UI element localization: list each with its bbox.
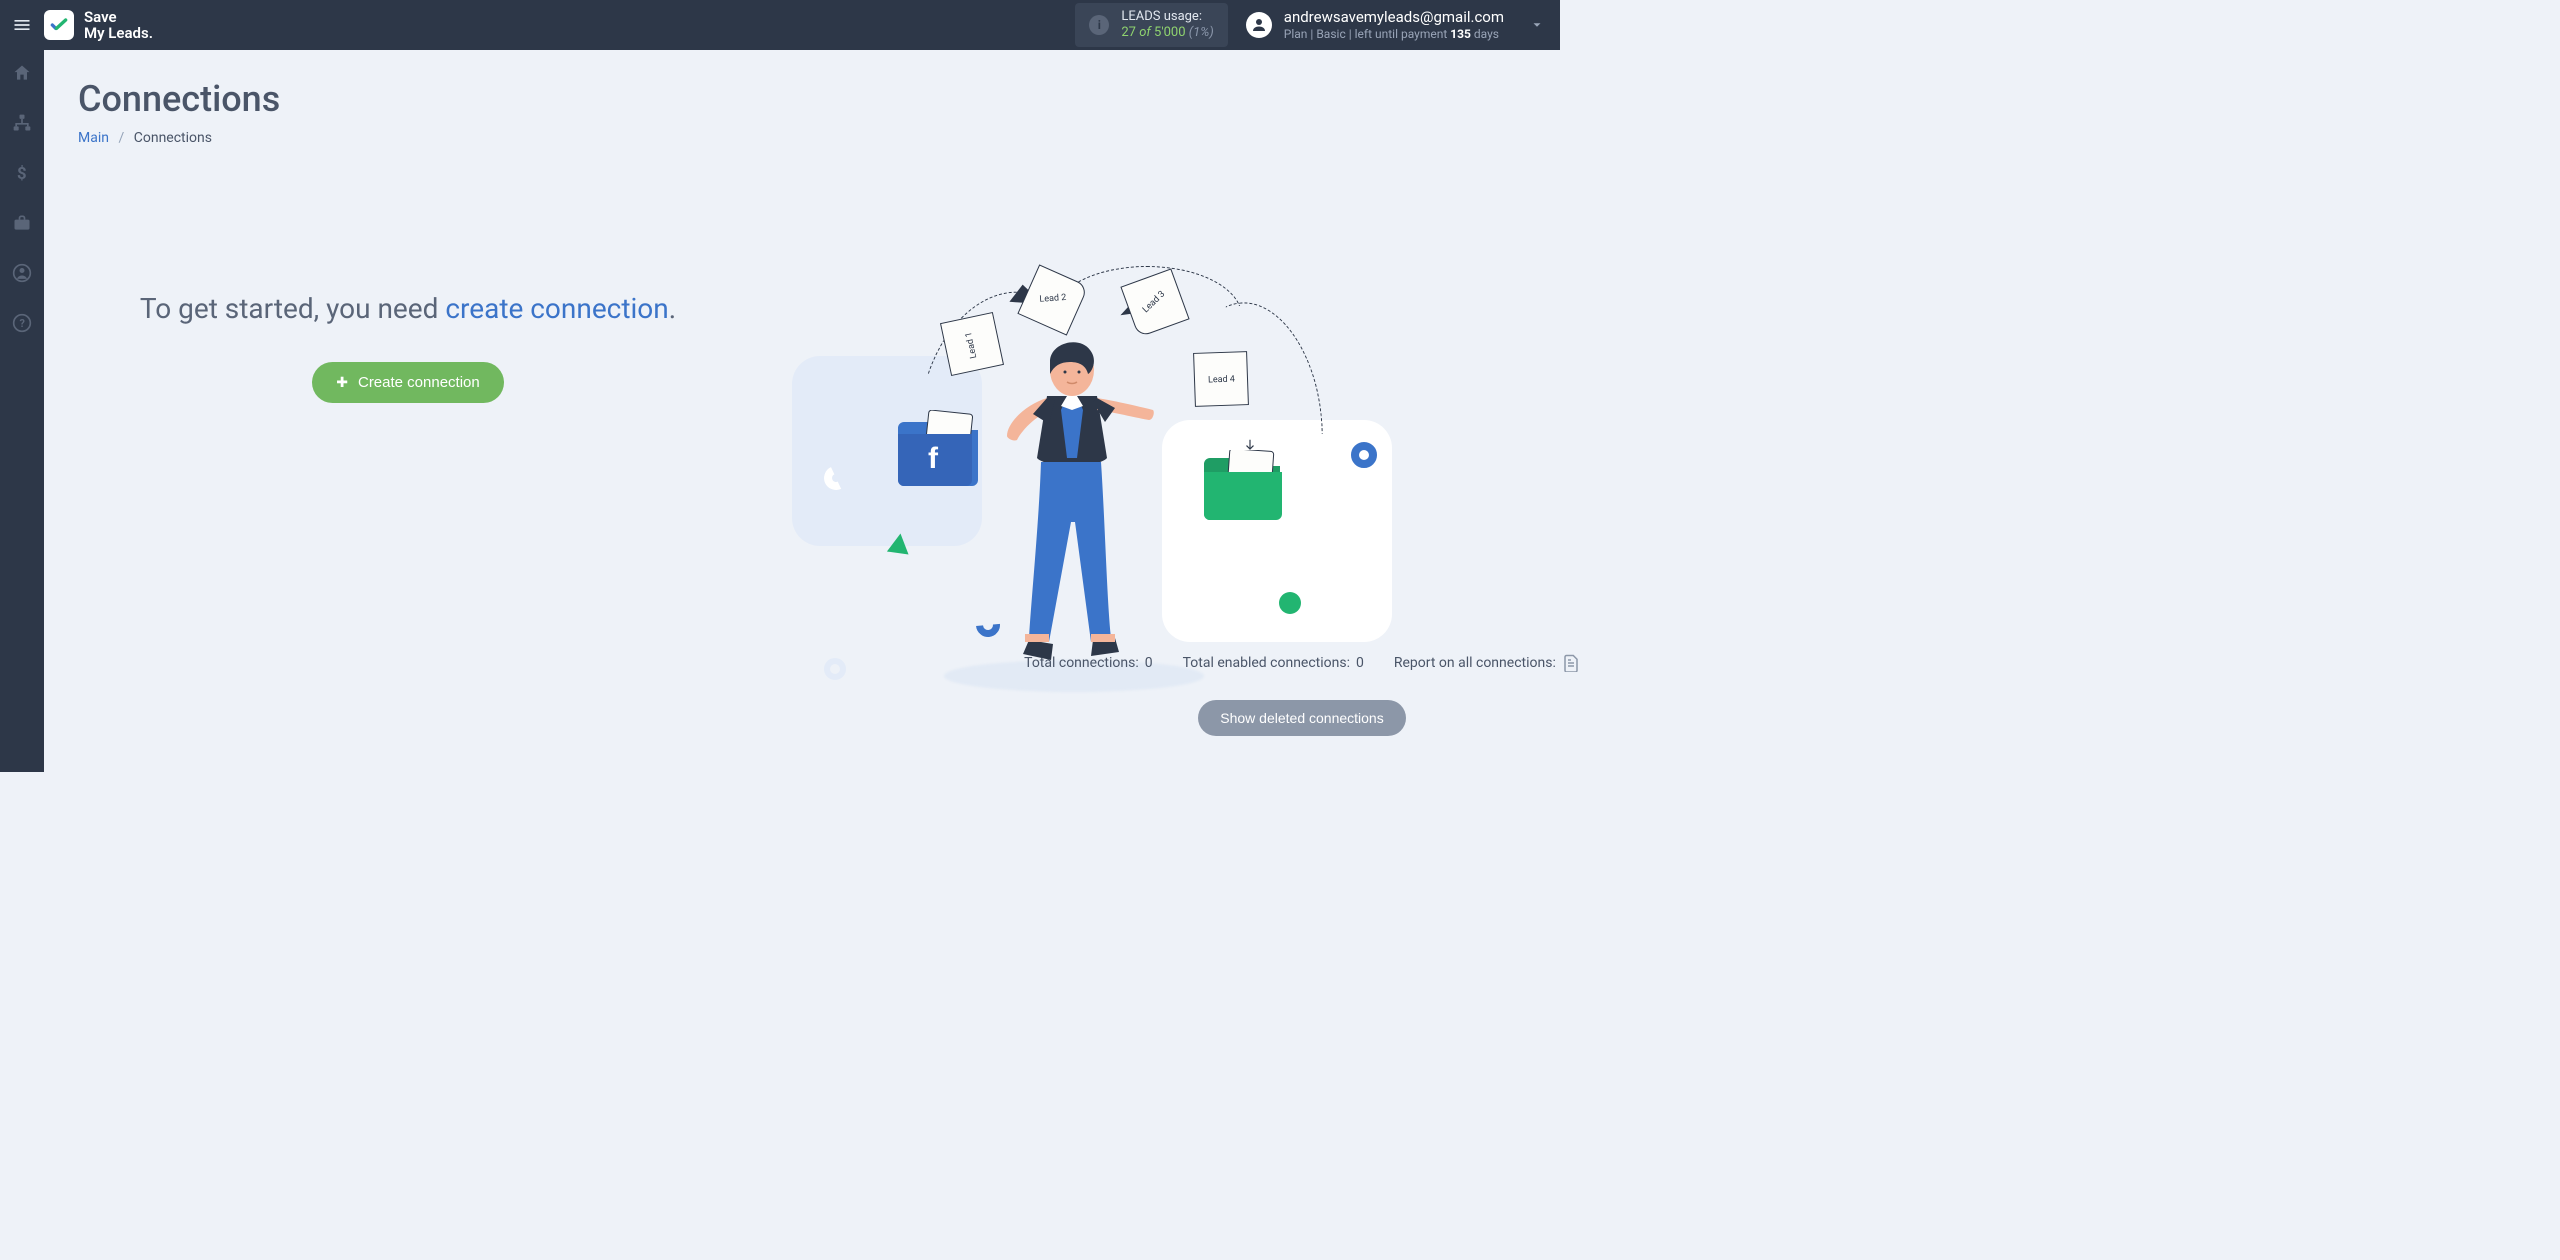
breadcrumb: Main / Connections bbox=[78, 130, 1526, 146]
sidebar-item-briefcase[interactable] bbox=[0, 210, 44, 236]
page-title: Connections bbox=[78, 78, 1526, 120]
stat-total-value: 0 bbox=[1145, 655, 1153, 671]
logo-line2: My Leads. bbox=[84, 25, 153, 42]
decor-green-dot bbox=[1279, 592, 1301, 614]
sidebar-item-home[interactable] bbox=[0, 60, 44, 86]
lead2-label: Lead 2 bbox=[1039, 293, 1067, 305]
stats-row: Total connections: 0 Total enabled conne… bbox=[44, 654, 2560, 672]
sidebar-item-account[interactable] bbox=[0, 260, 44, 286]
logo-mark bbox=[44, 10, 74, 40]
user-icon bbox=[1250, 16, 1268, 34]
create-btn-label: Create connection bbox=[358, 374, 480, 391]
hero-msg-suffix: . bbox=[669, 292, 676, 325]
usage-box[interactable]: i LEADS usage: 27 of 5'000 (1%) bbox=[1075, 3, 1227, 48]
sidebar-item-connections[interactable] bbox=[0, 110, 44, 136]
show-deleted-label: Show deleted connections bbox=[1220, 710, 1383, 726]
header-dropdown[interactable] bbox=[1530, 18, 1544, 32]
plan-name: Basic bbox=[1316, 27, 1345, 41]
dollar-icon: $ bbox=[12, 163, 32, 183]
logo-text: Save My Leads. bbox=[84, 9, 153, 42]
briefcase-icon bbox=[12, 213, 32, 233]
user-circle-icon bbox=[12, 263, 32, 283]
plan-days: 135 bbox=[1450, 27, 1471, 41]
breadcrumb-main[interactable]: Main bbox=[78, 130, 109, 146]
stat-report: Report on all connections: bbox=[1394, 654, 1580, 672]
stat-total-label: Total connections: bbox=[1024, 655, 1139, 671]
stat-enabled: Total enabled connections: 0 bbox=[1183, 654, 1364, 672]
hero-message: To get started, you need create connecti… bbox=[140, 290, 676, 328]
show-deleted-button[interactable]: Show deleted connections bbox=[1198, 700, 1405, 736]
hero-left: To get started, you need create connecti… bbox=[78, 180, 738, 403]
document-icon bbox=[1562, 654, 1580, 672]
sidebar: $ ? bbox=[0, 50, 44, 772]
usage-percent: (1%) bbox=[1189, 25, 1214, 40]
usage-values: 27 of 5'000 (1%) bbox=[1121, 25, 1213, 41]
sitemap-icon bbox=[12, 113, 32, 133]
account-block[interactable]: andrewsavemyleads@gmail.com Plan | Basic… bbox=[1246, 8, 1504, 42]
show-deleted-row: Show deleted connections bbox=[44, 700, 2560, 736]
usage-label: LEADS usage: bbox=[1121, 9, 1213, 25]
account-lines: andrewsavemyleads@gmail.com Plan | Basic… bbox=[1284, 8, 1504, 42]
green-folder-icon bbox=[1202, 450, 1288, 522]
plan-days-suffix: days bbox=[1474, 27, 1499, 41]
avatar-icon bbox=[1246, 12, 1272, 38]
usage-limit: 5'000 bbox=[1154, 25, 1186, 40]
stat-enabled-value: 0 bbox=[1356, 655, 1364, 671]
top-header: Save My Leads. i LEADS usage: 27 of 5'00… bbox=[0, 0, 1560, 50]
hamburger-icon bbox=[12, 15, 32, 35]
logo-line1: Save bbox=[84, 9, 153, 26]
plus-icon: ✚ bbox=[336, 374, 348, 391]
home-icon bbox=[12, 63, 32, 83]
lead1-label: Lead 1 bbox=[964, 331, 979, 359]
stat-enabled-label: Total enabled connections: bbox=[1183, 655, 1350, 671]
sidebar-item-help[interactable]: ? bbox=[0, 310, 44, 336]
question-icon: ? bbox=[12, 313, 32, 333]
svg-text:$: $ bbox=[17, 165, 27, 183]
breadcrumb-current: Connections bbox=[134, 130, 212, 146]
lead4-label: Lead 4 bbox=[1208, 375, 1235, 386]
fb-letter: f bbox=[928, 442, 939, 475]
paper-lead-1: Lead 1 bbox=[940, 312, 1004, 376]
svg-text:?: ? bbox=[20, 317, 25, 330]
brand-logo[interactable]: Save My Leads. bbox=[44, 9, 153, 42]
breadcrumb-sep: / bbox=[118, 130, 124, 146]
plan-middle: | left until payment bbox=[1349, 27, 1448, 41]
info-icon: i bbox=[1089, 15, 1109, 35]
person-illustration bbox=[1005, 338, 1165, 668]
sidebar-item-billing[interactable]: $ bbox=[0, 160, 44, 186]
menu-toggle[interactable] bbox=[0, 0, 44, 50]
lead3-label: Lead 3 bbox=[1141, 289, 1167, 315]
hero-msg-prefix: To get started, you need bbox=[140, 292, 446, 325]
facebook-folder-icon: f bbox=[898, 410, 984, 488]
decor-blue-arc bbox=[971, 608, 1005, 642]
usage-of: of bbox=[1139, 25, 1151, 40]
stat-report-label: Report on all connections: bbox=[1394, 655, 1556, 671]
decor-blue-ring bbox=[1351, 442, 1377, 468]
usage-current: 27 bbox=[1121, 25, 1136, 40]
usage-lines: LEADS usage: 27 of 5'000 (1%) bbox=[1121, 9, 1213, 42]
plan-prefix: Plan | bbox=[1284, 27, 1314, 41]
report-download[interactable] bbox=[1562, 654, 1580, 672]
create-connection-button[interactable]: ✚ Create connection bbox=[312, 362, 503, 403]
stat-total: Total connections: 0 bbox=[1024, 654, 1152, 672]
check-icon bbox=[49, 15, 69, 35]
account-plan: Plan | Basic | left until payment 135 da… bbox=[1284, 27, 1504, 42]
account-email: andrewsavemyleads@gmail.com bbox=[1284, 8, 1504, 27]
paper-lead-4: Lead 4 bbox=[1193, 351, 1249, 407]
illustration: Lead 1 Lead 2 Lead 3 Lead 4 f bbox=[744, 170, 1404, 610]
hero-msg-link: create connection bbox=[445, 292, 668, 325]
chevron-down-icon bbox=[1530, 18, 1544, 32]
